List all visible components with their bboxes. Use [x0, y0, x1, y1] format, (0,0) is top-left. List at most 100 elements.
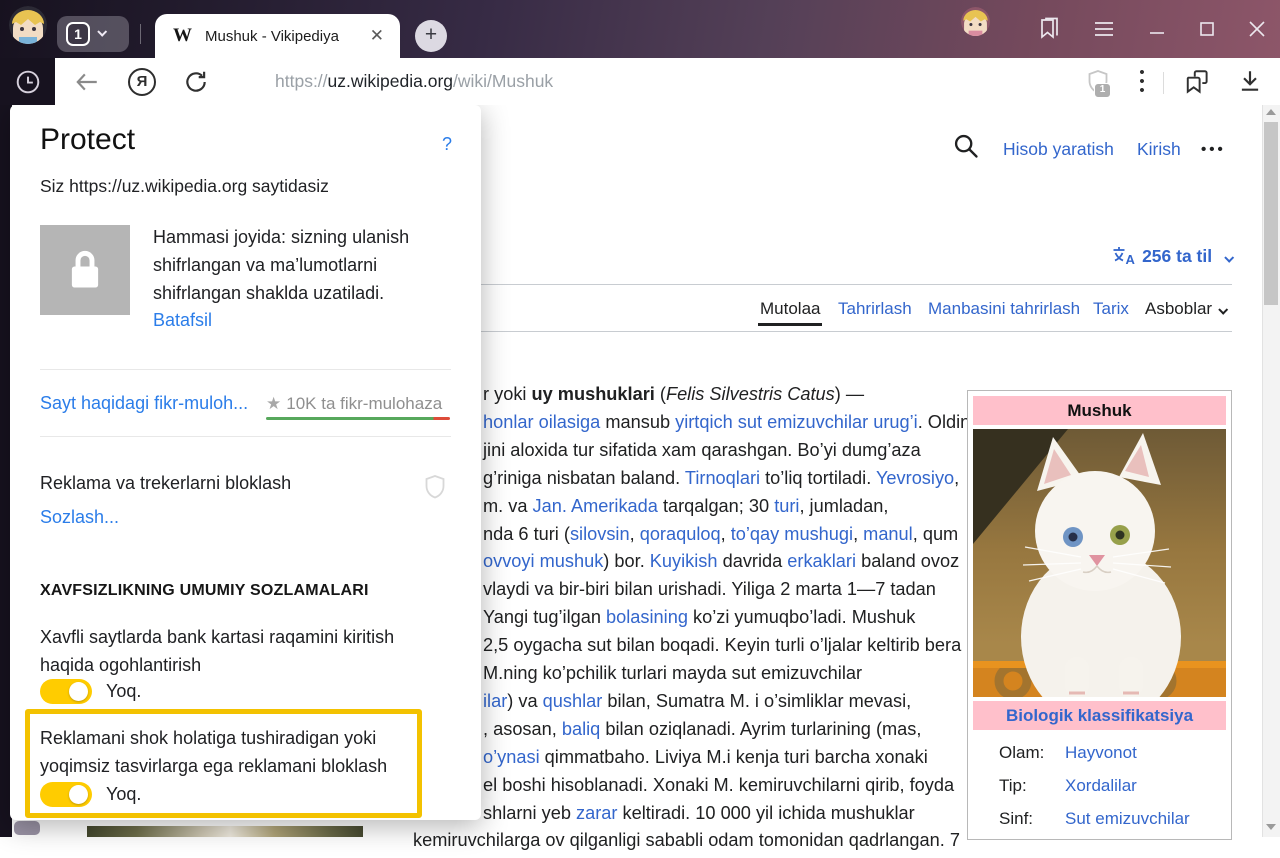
scrollbar-thumb[interactable] — [1264, 122, 1278, 305]
wiki-link[interactable]: to’qay mushugi — [731, 524, 853, 544]
tab-close-icon[interactable]: ✕ — [368, 26, 386, 46]
yandex-services-button[interactable]: Я — [128, 68, 156, 96]
wiki-link[interactable]: yirtqich sut emizuvchilar urug’i — [675, 412, 918, 432]
login-link[interactable]: Kirish — [1137, 139, 1181, 160]
article-text-line: el boshi hisoblanadi. Xonaki M. kemiruvc… — [483, 775, 954, 803]
wiki-link[interactable]: qoraquloq — [640, 524, 721, 544]
taxobox-row: Olam:Hayvonot — [973, 743, 1226, 763]
wiki-tab-manbasini-tahrirlash[interactable]: Manbasini tahrirlash — [928, 299, 1080, 319]
wiki-tab-asboblar[interactable]: Asboblar — [1145, 299, 1226, 319]
plain-text: r yoki — [483, 384, 532, 404]
wiki-link[interactable]: manul — [863, 524, 913, 544]
plain-text: , asosan, — [483, 719, 562, 739]
address-bar[interactable]: https://uz.wikipedia.org/wiki/Mushuk — [275, 71, 553, 92]
taxobox-row-value[interactable]: Hayvonot — [1065, 743, 1137, 763]
wiki-link[interactable]: honlar oilasiga — [483, 412, 600, 432]
wiki-more-menu[interactable]: ••• — [1201, 141, 1226, 158]
sidebar-bottom-icon[interactable] — [14, 821, 40, 835]
wiki-link[interactable]: bolasining — [606, 607, 688, 627]
wiki-link[interactable]: ovvoyi mushuk — [483, 551, 603, 571]
protect-help-link[interactable]: ? — [442, 134, 452, 155]
bank-warning-toggle[interactable] — [40, 679, 92, 704]
wiki-link[interactable]: ilar — [483, 691, 507, 711]
bookmarks-icon[interactable] — [1038, 17, 1060, 41]
separator — [140, 24, 141, 44]
protect-badge: 1 — [1094, 83, 1111, 98]
plain-text: ) bor. — [603, 551, 650, 571]
wiki-tab-tahrirlash[interactable]: Tahrirlash — [838, 299, 912, 319]
shield-outline-icon — [423, 474, 447, 505]
separator — [1163, 72, 1164, 94]
wiki-link[interactable]: erkaklari — [787, 551, 856, 571]
taxobox-row-value[interactable]: Xordalilar — [1065, 776, 1137, 796]
site-feedback-link[interactable]: Sayt haqidagi fikr-muloh... — [40, 393, 248, 414]
profile-avatar[interactable] — [9, 6, 47, 44]
plain-text: qimmatbaho. Liviya M.i kenja turi barcha… — [540, 747, 928, 767]
connection-status-text: Hammasi joyida: sizning ulanish shifrlan… — [153, 223, 455, 307]
chevron-down-icon — [1218, 305, 1228, 315]
wiki-tab-mutolaa[interactable]: Mutolaa — [760, 299, 820, 319]
yandex-browser-window: { "window": { "tab_counter": "1", "tab_t… — [0, 0, 1280, 837]
wiki-link[interactable]: silovsin — [570, 524, 630, 544]
wiki-link[interactable]: Kuyikish — [650, 551, 718, 571]
plain-text: , qum — [913, 524, 959, 544]
wiki-link[interactable]: zarar — [576, 803, 617, 823]
taxobox-row-value[interactable]: Sut emizuvchilar — [1065, 809, 1190, 829]
minimize-icon[interactable] — [1148, 20, 1166, 38]
wiki-link[interactable]: qushlar — [543, 691, 603, 711]
browser-tab[interactable]: W Mushuk - Vikipediya ✕ — [155, 14, 400, 58]
plain-text: mansub — [600, 412, 675, 432]
plain-text: g’riniga nisbatan baland. — [483, 468, 685, 488]
scrollbar-up-arrow[interactable] — [1266, 109, 1276, 115]
downloads-icon[interactable] — [1237, 68, 1263, 99]
kitten-photo — [973, 429, 1226, 697]
bank-warning-label: Xavfli saytlarda bank kartasi raqamini k… — [40, 623, 432, 679]
wiki-link[interactable]: baliq — [562, 719, 600, 739]
scrollbar-down-arrow[interactable] — [1266, 824, 1276, 830]
toolbar-more-button[interactable]: ••• — [1133, 68, 1151, 95]
new-tab-button[interactable]: + — [415, 20, 447, 52]
reload-button[interactable] — [183, 69, 209, 100]
italic-text: Felis Silvestris Catus — [666, 384, 835, 404]
plain-text: ) — — [835, 384, 864, 404]
plain-text: Yangi tug’ilgan — [483, 607, 606, 627]
plain-text: m. va — [483, 496, 533, 516]
taxobox: Mushuk Biologik klassifikatsiya O — [967, 390, 1232, 840]
titlebar-avatar[interactable] — [961, 7, 990, 36]
create-account-link[interactable]: Hisob yaratish — [1003, 139, 1114, 160]
back-button[interactable] — [74, 69, 100, 100]
url-path: /wiki/Mushuk — [453, 71, 553, 91]
plain-text: M.ning ko’pchilik turlari mayda sut emiz… — [483, 663, 862, 683]
wiki-link[interactable]: Yevrosiyo — [876, 468, 954, 488]
wiki-link[interactable]: turi — [774, 496, 799, 516]
article-text-line: M.ning ko’pchilik turlari mayda sut emiz… — [483, 663, 862, 691]
wiki-link[interactable]: Jan. Amerikada — [533, 496, 658, 516]
history-clock-icon — [15, 69, 41, 95]
wiki-tab-tarix[interactable]: Tarix — [1093, 299, 1129, 319]
taxobox-section-header: Biologik klassifikatsiya — [973, 701, 1226, 730]
close-icon[interactable] — [1248, 20, 1266, 38]
window-controls — [1038, 0, 1266, 58]
protect-title: Protect — [40, 123, 135, 157]
taxobox-row: Sinf:Sut emizuvchilar — [973, 809, 1226, 829]
details-link[interactable]: Batafsil — [153, 310, 212, 331]
menu-icon[interactable] — [1093, 20, 1115, 38]
plain-text: bilan, Sumatra M. i o’simliklar mevasi, — [602, 691, 911, 711]
shock-ads-toggle[interactable] — [40, 782, 92, 807]
collections-icon[interactable] — [1184, 68, 1212, 101]
wiki-link[interactable]: o’ynasi — [483, 747, 540, 767]
sidebar-history-button[interactable] — [0, 58, 55, 105]
language-selector[interactable]: A 256 ta til — [1032, 246, 1232, 267]
article-thumbnail-peek — [87, 826, 363, 837]
wikipedia-favicon: W — [173, 25, 192, 47]
maximize-icon[interactable] — [1199, 21, 1215, 37]
plain-text: , — [853, 524, 863, 544]
divider — [40, 369, 451, 370]
plain-text: . Oldin — [918, 412, 971, 432]
lock-icon — [64, 247, 106, 293]
plain-text: 2,5 oygacha sut bilan boqadi. Keyin turl… — [483, 635, 961, 655]
tab-group-counter[interactable]: 1 — [57, 16, 129, 52]
wiki-search-icon[interactable] — [952, 132, 980, 165]
wiki-link[interactable]: Tirnoqlari — [685, 468, 760, 488]
adblock-settings-link[interactable]: Sozlash... — [40, 507, 119, 528]
